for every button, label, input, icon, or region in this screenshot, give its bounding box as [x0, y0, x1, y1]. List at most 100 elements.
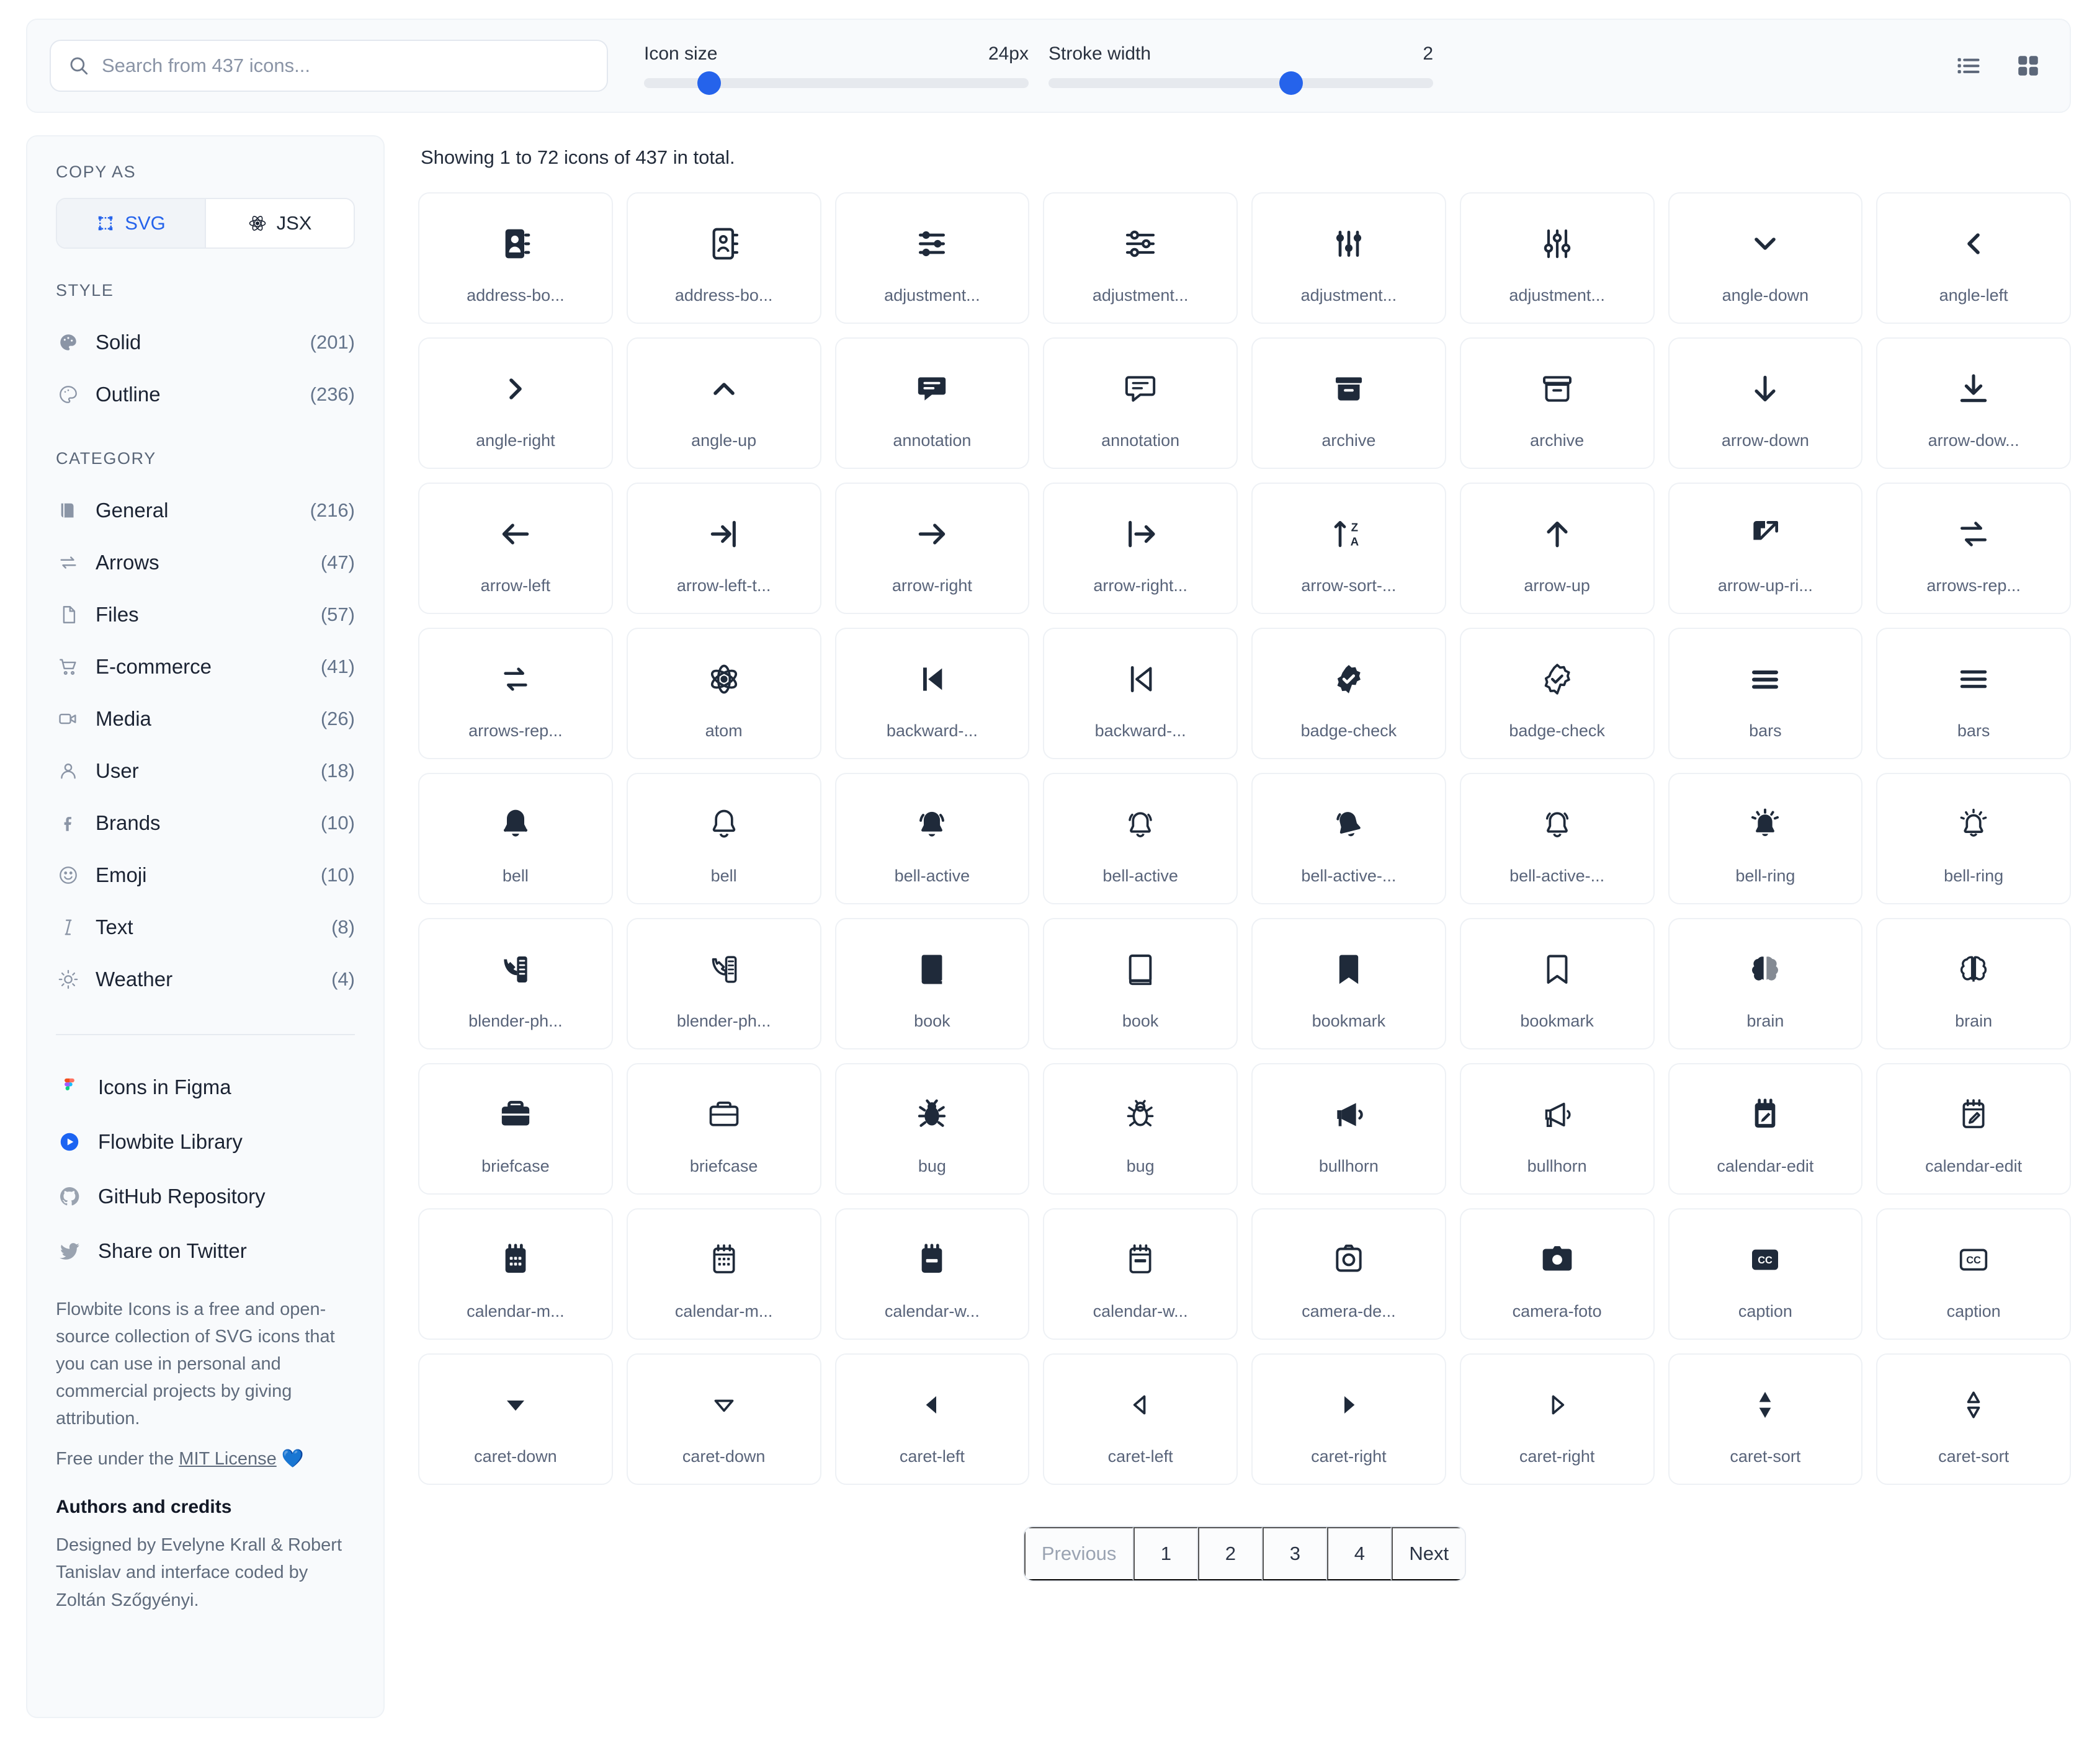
sidebar-link-icons-in-figma[interactable]: Icons in Figma	[56, 1060, 355, 1115]
icon-card[interactable]: caret-down	[626, 1353, 821, 1485]
icon-card[interactable]: caret-sort	[1876, 1353, 2071, 1485]
sidebar-item-user[interactable]: User (18)	[56, 745, 355, 797]
icon-card[interactable]: bullhorn	[1459, 1063, 1655, 1195]
icon-card[interactable]: arrow-down	[1668, 337, 1863, 469]
icon-card[interactable]: annotation	[1043, 337, 1238, 469]
icon-card[interactable]: adjustment...	[1043, 192, 1238, 324]
icon-card[interactable]: calendar-m...	[626, 1208, 821, 1340]
icon-card[interactable]: Z Aarrow-sort-...	[1251, 483, 1446, 614]
icon-card[interactable]: briefcase	[626, 1063, 821, 1195]
icon-card[interactable]: bell-active	[834, 773, 1030, 904]
icon-card[interactable]: angle-up	[626, 337, 821, 469]
icon-card[interactable]: backward-...	[1043, 628, 1238, 759]
style-item-outline[interactable]: Outline (236)	[56, 368, 355, 421]
icon-card[interactable]: bell	[626, 773, 821, 904]
icon-card[interactable]: bookmark	[1251, 918, 1446, 1049]
icon-card[interactable]: arrow-dow...	[1876, 337, 2071, 469]
icon-card[interactable]: book	[1043, 918, 1238, 1049]
icon-card[interactable]: camera-de...	[1251, 1208, 1446, 1340]
pagination-page-2-button[interactable]: 2	[1198, 1527, 1263, 1580]
icon-card[interactable]: calendar-w...	[1043, 1208, 1238, 1340]
icon-card[interactable]: adjustment...	[834, 192, 1030, 324]
icon-card[interactable]: angle-down	[1668, 192, 1863, 324]
icon-card[interactable]: CC caption	[1876, 1208, 2071, 1340]
icon-card[interactable]: caret-left	[834, 1353, 1030, 1485]
sidebar-item-emoji[interactable]: Emoji (10)	[56, 849, 355, 901]
icon-card[interactable]: badge-check	[1251, 628, 1446, 759]
icon-card[interactable]: caret-right	[1251, 1353, 1446, 1485]
icon-card[interactable]: caret-left	[1043, 1353, 1238, 1485]
icon-card[interactable]: badge-check	[1459, 628, 1655, 759]
icon-card[interactable]: caret-down	[418, 1353, 613, 1485]
icon-card[interactable]: bell-active-...	[1459, 773, 1655, 904]
sidebar-link-flowbite-library[interactable]: Flowbite Library	[56, 1115, 355, 1169]
icon-card[interactable]: camera-foto	[1459, 1208, 1655, 1340]
icon-card[interactable]: calendar-m...	[418, 1208, 613, 1340]
icon-card[interactable]: angle-left	[1876, 192, 2071, 324]
icon-card[interactable]: bookmark	[1459, 918, 1655, 1049]
grid-view-icon[interactable]	[2014, 51, 2042, 80]
style-item-solid[interactable]: Solid (201)	[56, 316, 355, 368]
stroke-width-slider-thumb[interactable]	[1279, 71, 1303, 95]
icon-card[interactable]: arrow-up	[1459, 483, 1655, 614]
icon-card[interactable]: brain	[1876, 918, 2071, 1049]
sidebar-item-e-commerce[interactable]: E-commerce (41)	[56, 641, 355, 693]
icon-card[interactable]: bars	[1876, 628, 2071, 759]
copy-as-jsx-button[interactable]: JSX	[206, 199, 354, 247]
icon-card[interactable]: archive	[1459, 337, 1655, 469]
pagination-page-4-button[interactable]: 4	[1327, 1527, 1392, 1580]
icon-card[interactable]: arrow-left	[418, 483, 613, 614]
icon-card[interactable]: calendar-edit	[1876, 1063, 2071, 1195]
icon-card[interactable]: caret-right	[1459, 1353, 1655, 1485]
icon-card[interactable]: annotation	[834, 337, 1030, 469]
icon-card[interactable]: arrow-left-t...	[626, 483, 821, 614]
icon-card[interactable]: arrow-right	[834, 483, 1030, 614]
icon-card[interactable]: bars	[1668, 628, 1863, 759]
icon-card[interactable]: backward-...	[834, 628, 1030, 759]
icon-card[interactable]: arrows-rep...	[1876, 483, 2071, 614]
icon-card[interactable]: blender-ph...	[626, 918, 821, 1049]
sidebar-item-weather[interactable]: Weather (4)	[56, 953, 355, 1005]
icon-card[interactable]: atom	[626, 628, 821, 759]
icon-card[interactable]: bell	[418, 773, 613, 904]
sidebar-item-text[interactable]: Text (8)	[56, 901, 355, 953]
icon-card[interactable]: archive	[1251, 337, 1446, 469]
pagination-previous-button[interactable]: Previous	[1024, 1527, 1134, 1580]
icon-card[interactable]: bullhorn	[1251, 1063, 1446, 1195]
icon-card[interactable]: brain	[1668, 918, 1863, 1049]
pagination-page-1-button[interactable]: 1	[1133, 1527, 1199, 1580]
sidebar-link-share-on-twitter[interactable]: Share on Twitter	[56, 1224, 355, 1278]
icon-card[interactable]: bug	[834, 1063, 1030, 1195]
pagination-next-button[interactable]: Next	[1392, 1527, 1465, 1580]
icon-card[interactable]: adjustment...	[1251, 192, 1446, 324]
icon-card[interactable]: bug	[1043, 1063, 1238, 1195]
icon-card[interactable]: briefcase	[418, 1063, 613, 1195]
sidebar-item-general[interactable]: General (216)	[56, 484, 355, 537]
icon-size-slider[interactable]	[644, 71, 1029, 95]
icon-card[interactable]: arrows-rep...	[418, 628, 613, 759]
copy-as-svg-button[interactable]: SVG	[57, 199, 206, 247]
icon-card[interactable]: book	[834, 918, 1030, 1049]
stroke-width-slider[interactable]	[1048, 71, 1433, 95]
sidebar-link-github-repository[interactable]: GitHub Repository	[56, 1169, 355, 1224]
icon-card[interactable]: CC caption	[1668, 1208, 1863, 1340]
icon-card[interactable]: bell-ring	[1876, 773, 2071, 904]
mit-license-link[interactable]: MIT License	[179, 1449, 276, 1469]
icon-card[interactable]: calendar-w...	[834, 1208, 1030, 1340]
sidebar-item-brands[interactable]: Brands (10)	[56, 797, 355, 849]
icon-card[interactable]: blender-ph...	[418, 918, 613, 1049]
icon-card[interactable]: address-bo...	[418, 192, 613, 324]
icon-card[interactable]: arrow-right...	[1043, 483, 1238, 614]
sidebar-item-files[interactable]: Files (57)	[56, 589, 355, 641]
sidebar-item-media[interactable]: Media (26)	[56, 693, 355, 745]
list-view-icon[interactable]	[1954, 51, 1983, 80]
icon-card[interactable]: bell-ring	[1668, 773, 1863, 904]
icon-card[interactable]: arrow-up-ri...	[1668, 483, 1863, 614]
search-input[interactable]	[50, 40, 608, 92]
pagination-page-3-button[interactable]: 3	[1263, 1527, 1328, 1580]
icon-card[interactable]: bell-active-...	[1251, 773, 1446, 904]
icon-card[interactable]: address-bo...	[626, 192, 821, 324]
sidebar-item-arrows[interactable]: Arrows (47)	[56, 537, 355, 589]
icon-card[interactable]: angle-right	[418, 337, 613, 469]
icon-card[interactable]: adjustment...	[1459, 192, 1655, 324]
